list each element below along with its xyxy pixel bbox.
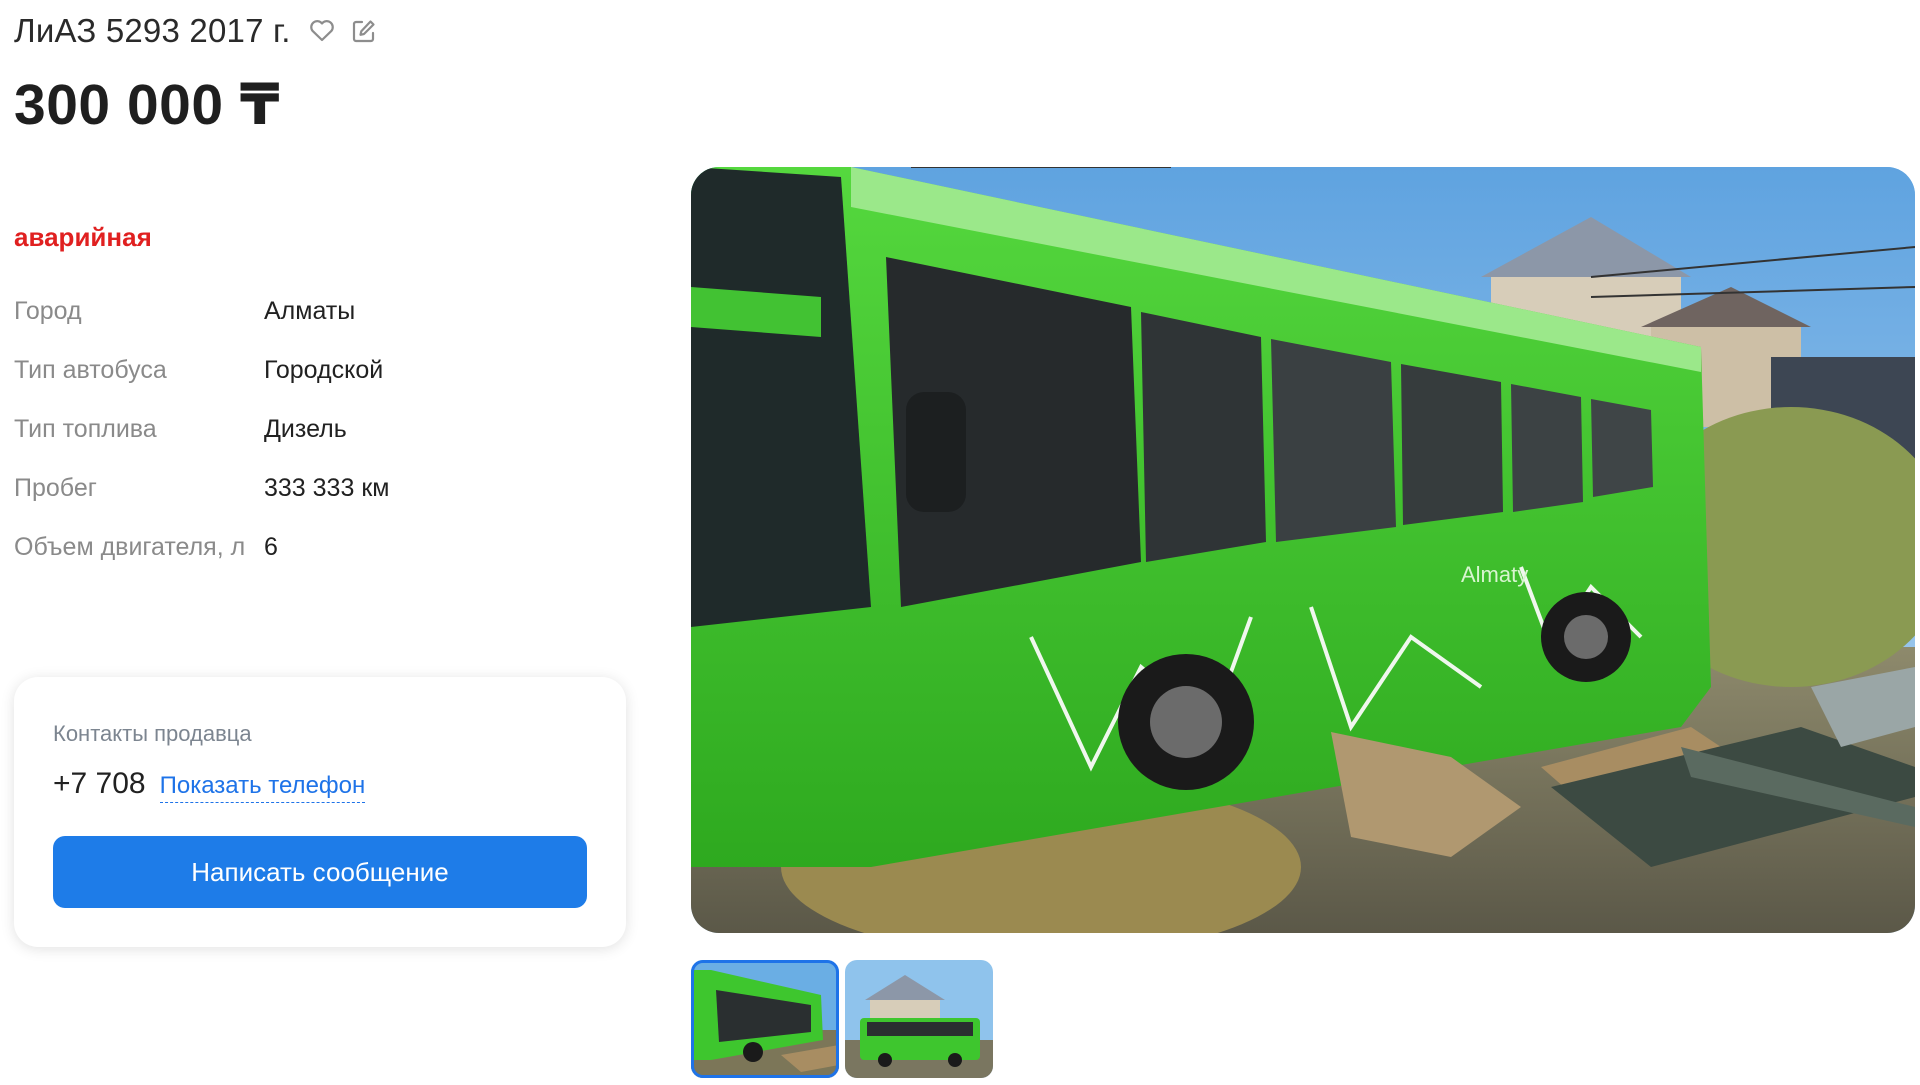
spec-value: Дизель [264, 415, 347, 443]
heart-icon[interactable] [307, 16, 337, 46]
phone-number: +7 708 [53, 767, 146, 800]
edit-icon[interactable] [349, 16, 379, 46]
photo-thumbnails [691, 960, 999, 1078]
bus-photo-illustration: Almaty [691, 167, 1915, 933]
contact-label: Контакты продавца [53, 721, 252, 746]
spec-row-fuel-type: Тип топлива Дизель [14, 410, 514, 469]
thumbnail-1[interactable] [691, 960, 839, 1078]
main-photo[interactable]: Almaty [691, 167, 1915, 933]
bus-logo-text: Almaty [1461, 562, 1528, 587]
seller-contact-card: Контакты продавца +7 708 Показать телефо… [14, 677, 626, 947]
spec-row-bus-type: Тип автобуса Городской [14, 351, 514, 410]
title-row: ЛиАЗ 5293 2017 г. [14, 12, 379, 50]
spec-label: Город [14, 297, 82, 325]
thumbnail-image [845, 960, 993, 1078]
spec-label: Тип автобуса [14, 356, 167, 384]
spec-value: 333 333 км [264, 474, 390, 502]
spec-label: Тип топлива [14, 415, 157, 443]
thumbnail-image [691, 960, 839, 1078]
spec-value: Алматы [264, 297, 356, 325]
condition-label: аварийная [14, 222, 152, 252]
specs-table: Город Алматы Тип автобуса Городской Тип … [14, 292, 514, 587]
write-message-button[interactable]: Написать сообщение [53, 836, 587, 908]
show-phone-link[interactable]: Показать телефон [159, 772, 366, 803]
spec-value: Городской [264, 356, 384, 384]
spec-row-engine-volume: Объем двигателя, л 6 [14, 528, 514, 587]
spec-row-mileage: Пробег 333 333 км [14, 469, 514, 528]
spec-label: Пробег [14, 474, 97, 502]
listing-title: ЛиАЗ 5293 2017 г. [14, 12, 291, 49]
thumbnail-2[interactable] [845, 960, 993, 1078]
spec-label: Объем двигателя, л [14, 533, 246, 561]
price: 300 000 ₸ [14, 73, 281, 137]
spec-row-city: Город Алматы [14, 292, 514, 351]
spec-value: 6 [264, 533, 278, 561]
phone-row: +7 708 Показать телефон [53, 767, 366, 803]
